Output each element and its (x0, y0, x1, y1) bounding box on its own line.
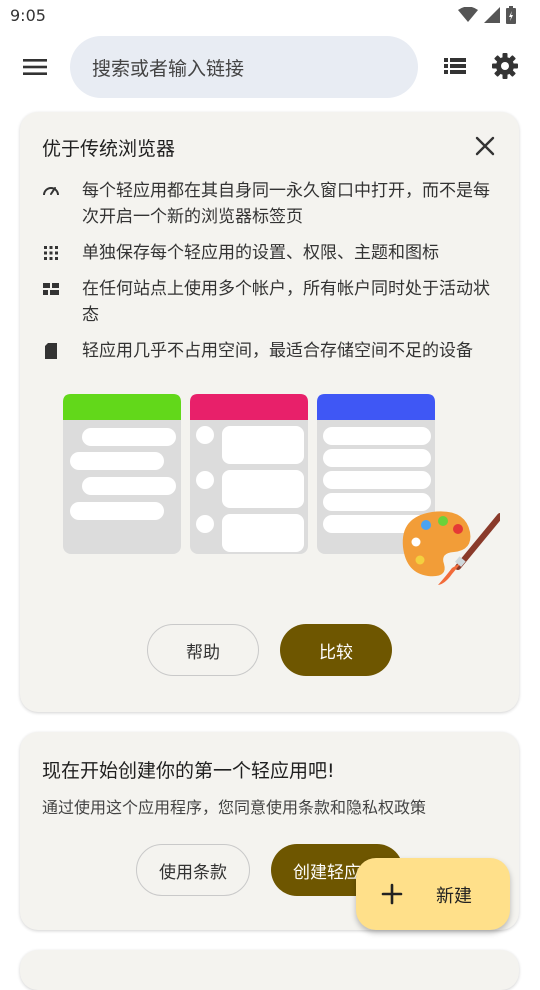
compare-button-label: 比较 (319, 642, 353, 663)
info-card-title: 优于传统浏览器 (42, 138, 176, 160)
status-bar: 9:05 (0, 0, 540, 32)
feature-text: 单独保存每个轻应用的设置、权限、主题和图标 (82, 243, 439, 263)
accounts-icon (43, 283, 59, 295)
paint-palette-icon (402, 511, 500, 585)
info-card: 优于传统浏览器 每个轻应用都在其自身同一永久窗口中打开，而不是每次开启一个新的浏… (20, 112, 519, 712)
browser-windows-illustration (63, 394, 500, 585)
feature-text: 在任何站点上使用多个帐户，所有帐户同时处于活动状态 (82, 279, 490, 325)
search-input[interactable]: 搜索或者输入链接 (70, 36, 418, 98)
menu-icon[interactable] (20, 52, 50, 82)
signal-icon (484, 7, 500, 23)
fab-label: 新建 (436, 886, 472, 907)
plus-icon (381, 883, 403, 905)
help-button[interactable]: 帮助 (147, 624, 259, 676)
get-started-title: 现在开始创建你的第一个轻应用吧! (42, 760, 335, 782)
close-icon[interactable] (471, 132, 499, 160)
status-time: 9:05 (10, 6, 46, 25)
battery-icon (506, 6, 516, 24)
new-fab-button[interactable]: 新建 (356, 858, 510, 930)
top-toolbar: 搜索或者输入链接 (0, 32, 540, 102)
search-placeholder: 搜索或者输入链接 (92, 57, 245, 80)
status-icons (458, 6, 516, 24)
sd-card-icon (45, 343, 57, 359)
window-green (63, 394, 181, 554)
help-button-label: 帮助 (186, 642, 220, 663)
compare-button[interactable]: 比较 (280, 624, 392, 676)
speedometer-icon (43, 187, 59, 196)
terms-button-label: 使用条款 (159, 862, 227, 883)
window-pink (190, 394, 308, 554)
next-card (20, 950, 519, 990)
feature-text: 每个轻应用都在其自身同一永久窗口中打开，而不是每次开启一个新的浏览器标签页 (82, 181, 490, 227)
get-started-subtitle: 通过使用这个应用程序，您同意使用条款和隐私权政策 (42, 798, 427, 817)
feature-text: 轻应用几乎不占用空间，最适合存储空间不足的设备 (82, 341, 473, 361)
grid-icon (44, 246, 58, 260)
terms-button[interactable]: 使用条款 (136, 844, 250, 896)
feature-item: 每个轻应用都在其自身同一永久窗口中打开，而不是每次开启一个新的浏览器标签页 (42, 178, 502, 230)
list-view-icon[interactable] (439, 50, 471, 82)
feature-item: 在任何站点上使用多个帐户，所有帐户同时处于活动状态 (42, 276, 502, 328)
feature-item: 单独保存每个轻应用的设置、权限、主题和图标 (42, 240, 502, 266)
feature-item: 轻应用几乎不占用空间，最适合存储空间不足的设备 (42, 338, 502, 364)
wifi-icon (458, 7, 478, 22)
settings-gear-icon[interactable] (489, 50, 521, 82)
